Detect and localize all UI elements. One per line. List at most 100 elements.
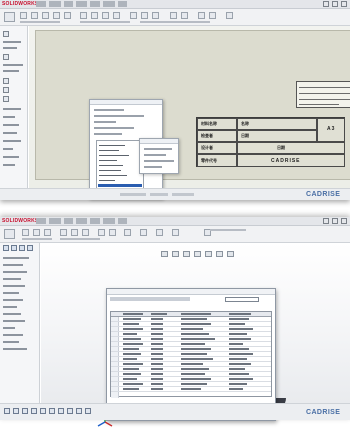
status-icon[interactable]	[67, 408, 73, 414]
view-icon[interactable]	[194, 251, 201, 257]
grid-cell[interactable]	[151, 388, 163, 390]
toolbar-icon[interactable]	[31, 12, 38, 19]
toolbar-icon[interactable]	[113, 12, 120, 19]
title-block-cell[interactable]	[237, 118, 317, 130]
toolbar-icon[interactable]	[91, 12, 98, 19]
feature-tree-tab-icon[interactable]	[3, 245, 9, 251]
grid-cell[interactable]	[151, 328, 163, 330]
tree-item[interactable]	[3, 108, 21, 110]
grid-cell[interactable]	[123, 323, 139, 325]
dialog-field[interactable]	[94, 127, 134, 129]
toolbar-icon[interactable]	[20, 12, 27, 19]
grid-cell[interactable]	[181, 358, 213, 360]
graphics-area[interactable]: 材料名称 名称 检查者 日期 设计者 日期 零件代号 A3 CADRISE	[29, 26, 350, 199]
menu-item[interactable]	[36, 1, 46, 7]
menu-item[interactable]	[76, 1, 87, 7]
grid-cell[interactable]	[181, 363, 203, 365]
toolbar-icon[interactable]	[170, 12, 177, 19]
grid-cell[interactable]	[229, 378, 253, 380]
grid-cell[interactable]	[123, 358, 137, 360]
grid-cell[interactable]	[123, 318, 141, 320]
grid-cell[interactable]	[181, 348, 211, 350]
status-icon[interactable]	[4, 408, 10, 414]
toolbar-icon[interactable]	[80, 12, 87, 19]
dialog-tabs[interactable]	[110, 297, 190, 301]
view-icon[interactable]	[216, 251, 223, 257]
list-item[interactable]	[99, 155, 129, 156]
table-row[interactable]	[111, 387, 271, 392]
tree-item[interactable]	[3, 164, 15, 166]
tree-item[interactable]	[3, 334, 23, 336]
view-icon[interactable]	[161, 251, 168, 257]
toolbar-icon[interactable]	[64, 12, 71, 19]
status-icon[interactable]	[49, 408, 55, 414]
grid-cell[interactable]	[229, 333, 247, 335]
grid-cell[interactable]	[151, 383, 163, 385]
tree-item[interactable]	[3, 70, 19, 72]
grid-cell[interactable]	[151, 323, 163, 325]
tree-item[interactable]	[3, 64, 23, 66]
custom-properties-dialog[interactable]	[106, 288, 276, 421]
grid-cell[interactable]	[181, 353, 207, 355]
grid-cell[interactable]	[229, 318, 249, 320]
grid-cell[interactable]	[181, 388, 201, 390]
grid-cell[interactable]	[123, 373, 141, 375]
menu-item[interactable]	[49, 1, 61, 7]
status-icon[interactable]	[76, 408, 82, 414]
status-icon[interactable]	[22, 408, 28, 414]
grid-cell[interactable]	[229, 388, 243, 390]
toolbar-icon[interactable]	[141, 12, 148, 19]
grid-cell[interactable]	[229, 353, 253, 355]
title-block-cell[interactable]	[237, 130, 317, 142]
list-item-selected[interactable]	[98, 184, 142, 187]
properties-grid[interactable]	[110, 311, 272, 398]
toolbar-icon[interactable]	[44, 229, 51, 236]
grid-cell[interactable]	[181, 343, 205, 345]
menu-item[interactable]	[36, 218, 46, 224]
grid-cell[interactable]	[181, 318, 207, 320]
menu-item[interactable]	[90, 1, 100, 7]
tree-item[interactable]	[3, 299, 23, 301]
toolbar-icon[interactable]	[124, 229, 131, 236]
menu-item[interactable]	[118, 1, 127, 7]
grid-cell[interactable]	[123, 388, 139, 390]
status-icon[interactable]	[13, 408, 19, 414]
grid-cell[interactable]	[181, 383, 207, 385]
view-icon[interactable]	[227, 251, 234, 257]
tree-item[interactable]	[3, 264, 23, 266]
tree-item-icon[interactable]	[3, 54, 9, 60]
grid-cell[interactable]	[229, 328, 253, 330]
toolbar-icon[interactable]	[22, 229, 29, 236]
grid-cell[interactable]	[229, 343, 243, 345]
tree-item[interactable]	[3, 47, 17, 49]
list-item[interactable]	[99, 145, 125, 146]
toolbar-icon[interactable]	[140, 229, 147, 236]
tree-item[interactable]	[3, 257, 29, 259]
grid-cell[interactable]	[229, 338, 251, 340]
toolbar-icon[interactable]	[181, 12, 188, 19]
grid-cell[interactable]	[229, 348, 249, 350]
grid-cell[interactable]	[181, 378, 211, 380]
list-item[interactable]	[99, 165, 123, 166]
grid-cell[interactable]	[123, 338, 141, 340]
menu-item[interactable]	[103, 218, 115, 224]
toolbar-icon[interactable]	[152, 12, 159, 19]
menu-item[interactable]	[90, 218, 100, 224]
tree-item[interactable]	[3, 156, 19, 158]
grid-cell[interactable]	[123, 328, 143, 330]
grid-cell[interactable]	[229, 383, 247, 385]
status-icon[interactable]	[31, 408, 37, 414]
view-icon[interactable]	[172, 251, 179, 257]
tree-item[interactable]	[3, 132, 17, 134]
config-tab-icon[interactable]	[19, 245, 25, 251]
grid-cell[interactable]	[181, 333, 209, 335]
list-item[interactable]	[99, 170, 121, 171]
minimize-icon[interactable]	[323, 1, 329, 7]
drawing-sheet[interactable]: 材料名称 名称 检查者 日期 设计者 日期 零件代号 A3 CADRISE	[35, 30, 350, 180]
display-tab-icon[interactable]	[27, 245, 33, 251]
tree-item[interactable]	[3, 41, 21, 43]
grid-cell[interactable]	[151, 338, 163, 340]
grid-cell[interactable]	[151, 318, 163, 320]
tree-item[interactable]	[3, 292, 19, 294]
menu-item[interactable]	[64, 1, 73, 7]
